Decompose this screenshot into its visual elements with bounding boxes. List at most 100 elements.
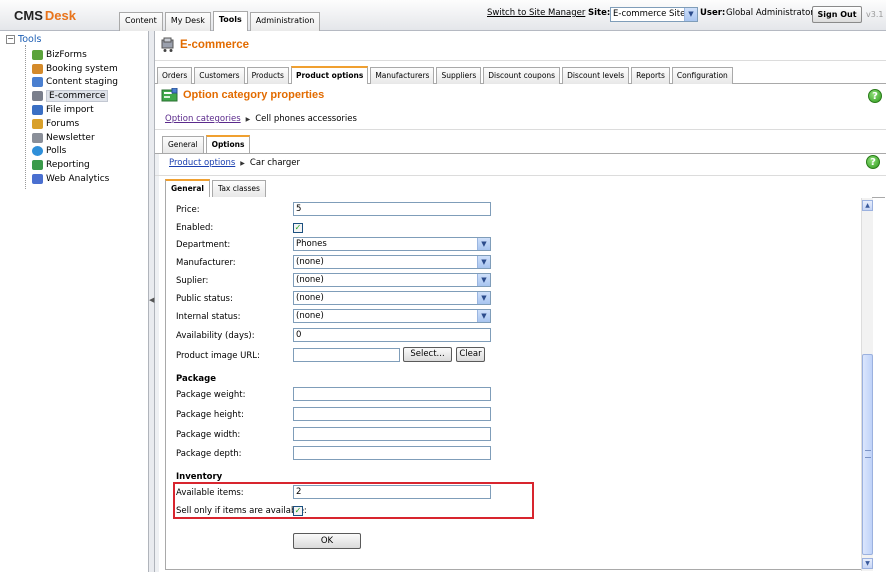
inventory-section-heading: Inventory xyxy=(176,472,223,482)
polls-icon xyxy=(32,146,43,157)
availability-input[interactable]: 0 xyxy=(293,328,491,342)
tree-item-label: Reporting xyxy=(46,160,90,171)
divider xyxy=(155,129,886,130)
scroll-grip xyxy=(865,450,871,458)
tab-suppliers[interactable]: Suppliers xyxy=(436,67,482,84)
tree-root[interactable]: − Tools xyxy=(6,34,41,45)
tab-orders[interactable]: Orders xyxy=(157,67,193,84)
department-value: Phones xyxy=(296,239,327,249)
site-select[interactable]: E-commerce Site ▼ xyxy=(610,7,698,22)
breadcrumb-arrow-icon: ▶ xyxy=(245,115,251,123)
tree-item-newsletter[interactable]: Newsletter xyxy=(32,131,118,145)
main-tabs: Content My Desk Tools Administration xyxy=(119,11,322,31)
breadcrumb-product-options-link[interactable]: Product options xyxy=(169,158,235,168)
highlight-annotation xyxy=(173,482,534,519)
tab-product-options[interactable]: Product options xyxy=(290,66,369,84)
tab-reports[interactable]: Reports xyxy=(631,67,670,84)
vertical-scrollbar[interactable]: ▲ ▼ xyxy=(861,198,873,571)
tab-discount-levels[interactable]: Discount levels xyxy=(562,67,630,84)
package-weight-label: Package weight: xyxy=(176,390,246,400)
tab-general[interactable]: General xyxy=(162,136,204,153)
tab-manufacturers[interactable]: Manufacturers xyxy=(370,67,435,84)
breadcrumb-current: Car charger xyxy=(249,158,300,168)
tree-item-label: File import xyxy=(46,105,94,116)
breadcrumb: Option categories ▶ Cell phones accessor… xyxy=(165,114,357,124)
chevron-down-icon: ▼ xyxy=(477,274,490,286)
scroll-down-icon[interactable]: ▼ xyxy=(862,558,873,569)
scroll-thumb[interactable] xyxy=(862,354,873,555)
sign-out-button[interactable]: Sign Out xyxy=(812,6,862,23)
price-label: Price: xyxy=(176,205,200,215)
department-select[interactable]: Phones ▼ xyxy=(293,237,491,251)
tree-item-web-analytics[interactable]: Web Analytics xyxy=(32,172,118,186)
clear-image-button[interactable]: Clear xyxy=(456,347,485,362)
collapse-icon[interactable]: − xyxy=(6,35,15,44)
web-analytics-icon xyxy=(32,174,43,185)
option-category-icon xyxy=(161,88,178,102)
sub-tabs-bar: General Options xyxy=(155,134,886,154)
site-label: Site: xyxy=(588,8,611,18)
tree-item-label: Newsletter xyxy=(46,132,95,143)
chevron-down-icon: ▼ xyxy=(477,292,490,304)
tab-customers[interactable]: Customers xyxy=(194,67,245,84)
reporting-icon xyxy=(32,160,43,171)
page-header: Option category properties ? xyxy=(155,84,886,108)
bizforms-icon xyxy=(32,49,43,60)
tree-lines xyxy=(25,45,32,189)
tree-item-forums[interactable]: Forums xyxy=(32,117,118,131)
package-height-input[interactable] xyxy=(293,407,491,421)
ecommerce-icon xyxy=(32,91,43,102)
forums-icon xyxy=(32,118,43,129)
module-header: E-commerce xyxy=(155,31,886,61)
tab-discount-coupons[interactable]: Discount coupons xyxy=(483,67,561,84)
tab-form-general[interactable]: General xyxy=(165,179,210,197)
breadcrumb-option-categories-link[interactable]: Option categories xyxy=(165,114,241,124)
file-import-icon xyxy=(32,105,43,116)
chevron-down-icon: ▼ xyxy=(477,310,490,322)
tab-tools[interactable]: Tools xyxy=(212,11,248,31)
breadcrumb-options: Product options ▶ Car charger xyxy=(169,158,300,168)
package-weight-input[interactable] xyxy=(293,387,491,401)
tab-administration[interactable]: Administration xyxy=(249,12,321,31)
tab-configuration[interactable]: Configuration xyxy=(671,67,733,84)
tree-item-label: Booking system xyxy=(46,63,118,74)
tree-root-label[interactable]: Tools xyxy=(18,34,41,45)
tree-item-bizforms[interactable]: BizForms xyxy=(32,48,118,62)
switch-to-site-manager-link[interactable]: Switch to Site Manager xyxy=(487,8,585,18)
tab-content[interactable]: Content xyxy=(119,12,163,31)
select-image-button[interactable]: Select... xyxy=(403,347,452,362)
tree-item-label: BizForms xyxy=(46,49,87,60)
help-icon[interactable]: ? xyxy=(866,155,880,169)
enabled-checkbox[interactable]: ✓ xyxy=(293,223,303,233)
tab-products[interactable]: Products xyxy=(246,67,289,84)
collapse-arrow-icon[interactable]: ◀ xyxy=(149,293,154,307)
tree-item-polls[interactable]: Polls xyxy=(32,145,118,159)
newsletter-icon xyxy=(32,132,43,143)
tree-item-content-staging[interactable]: Content staging xyxy=(32,76,118,90)
form-tabs: General Tax classes xyxy=(165,179,268,197)
image-url-input[interactable] xyxy=(293,348,400,362)
tree-item-e-commerce[interactable]: E-commerce xyxy=(32,89,118,103)
tab-tax-classes[interactable]: Tax classes xyxy=(212,180,266,197)
manufacturer-select[interactable]: (none) ▼ xyxy=(293,255,491,269)
supplier-select[interactable]: (none) ▼ xyxy=(293,273,491,287)
breadcrumb-current: Cell phones accessories xyxy=(255,114,357,124)
tab-options[interactable]: Options xyxy=(205,135,251,153)
internal-status-select[interactable]: (none) ▼ xyxy=(293,309,491,323)
package-width-input[interactable] xyxy=(293,427,491,441)
help-icon[interactable]: ? xyxy=(868,89,882,103)
price-input[interactable]: 5 xyxy=(293,202,491,216)
ok-button[interactable]: OK xyxy=(293,533,361,549)
package-depth-input[interactable] xyxy=(293,446,491,460)
scroll-up-icon[interactable]: ▲ xyxy=(862,200,873,211)
tree-item-file-import[interactable]: File import xyxy=(32,103,118,117)
version-label: v3.1 xyxy=(866,10,884,19)
tree-item-reporting[interactable]: Reporting xyxy=(32,158,118,172)
module-tabs: Orders Customers Products Product option… xyxy=(157,66,735,84)
public-status-select[interactable]: (none) ▼ xyxy=(293,291,491,305)
tab-my-desk[interactable]: My Desk xyxy=(164,12,211,31)
tree-item-label: Web Analytics xyxy=(46,174,110,185)
public-status-value: (none) xyxy=(296,293,324,303)
package-height-label: Package height: xyxy=(176,410,244,420)
tree-item-booking-system[interactable]: Booking system xyxy=(32,62,118,76)
